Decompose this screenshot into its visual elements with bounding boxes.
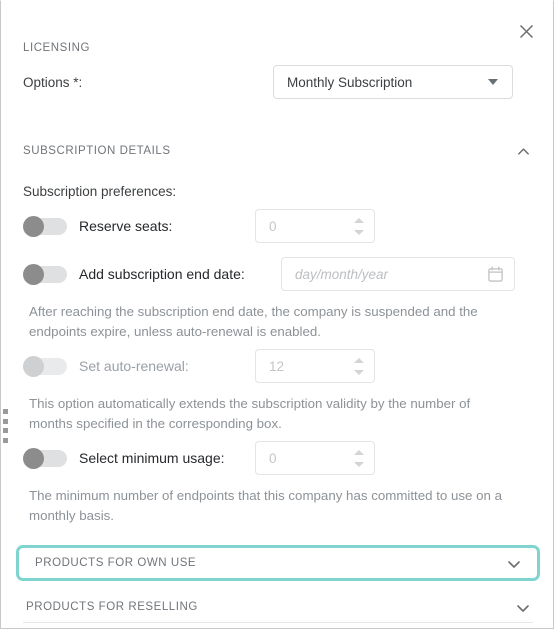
auto-renewal-months-input[interactable]: 12: [255, 349, 375, 383]
accordion-products-for-own-use[interactable]: PRODUCTS FOR OWN USE: [16, 545, 540, 581]
grip-dot: [3, 409, 8, 414]
options-row: Options *: Monthly Subscription: [23, 64, 531, 100]
grip-dot: [3, 428, 8, 434]
grip-dot: [3, 418, 8, 424]
toggle-knob: [23, 447, 44, 469]
stepper-down-icon[interactable]: [354, 369, 364, 375]
stepper-up-icon[interactable]: [354, 449, 364, 455]
reserve-seats-value: 0: [269, 218, 277, 234]
chevron-down-icon: [515, 600, 530, 615]
accordion-products-for-reselling[interactable]: PRODUCTS FOR RESELLING: [23, 590, 533, 624]
subscription-details-title: SUBSCRIPTION DETAILS: [23, 145, 171, 157]
close-icon: [519, 24, 534, 39]
chevron-down-icon: [488, 79, 498, 85]
stepper-down-icon[interactable]: [354, 229, 364, 235]
auto-renewal-label: Set auto-renewal:: [79, 358, 189, 374]
toggle-knob: [23, 355, 44, 377]
end-date-toggle[interactable]: [23, 263, 67, 285]
minimum-usage-input[interactable]: 0: [255, 441, 375, 475]
auto-renewal-toggle[interactable]: [23, 355, 67, 377]
license-options-value: Monthly Subscription: [287, 74, 413, 90]
options-label: Options *:: [23, 74, 83, 90]
toggle-knob: [23, 263, 44, 285]
stepper-down-icon[interactable]: [354, 461, 364, 467]
reserve-seats-label: Reserve seats:: [79, 218, 173, 234]
minimum-usage-toggle[interactable]: [23, 447, 67, 469]
chevron-down-icon: [506, 556, 521, 571]
calendar-icon[interactable]: [488, 266, 503, 282]
end-date-placeholder: day/month/year: [295, 266, 389, 282]
minimum-usage-helper-text: The minimum number of endpoints that thi…: [29, 488, 503, 523]
stepper-up-icon[interactable]: [354, 217, 364, 223]
license-options-select[interactable]: Monthly Subscription: [273, 65, 513, 99]
stepper-up-icon[interactable]: [354, 357, 364, 363]
bottom-divider: [23, 622, 533, 623]
panel-resize-handle[interactable]: [2, 409, 9, 443]
minimum-usage-value: 0: [269, 450, 277, 466]
minimum-usage-stepper[interactable]: [354, 449, 368, 467]
end-date-helper-text: After reaching the subscription end date…: [29, 304, 478, 339]
minimum-usage-label: Select minimum usage:: [79, 450, 225, 466]
subscription-preferences-label: Subscription preferences:: [23, 184, 177, 199]
licensing-panel: LICENSING Options *: Monthly Subscriptio…: [0, 0, 554, 629]
end-date-input[interactable]: day/month/year: [281, 257, 515, 291]
auto-renewal-stepper[interactable]: [354, 357, 368, 375]
chevron-up-icon: [516, 144, 531, 159]
reserve-seats-toggle[interactable]: [23, 215, 67, 237]
accordion-products-for-reselling-label: PRODUCTS FOR RESELLING: [26, 601, 198, 613]
grip-dot: [3, 437, 8, 443]
accordion-products-for-own-use-label: PRODUCTS FOR OWN USE: [35, 557, 197, 569]
reserve-seats-input[interactable]: 0: [255, 209, 375, 243]
reserve-seats-stepper[interactable]: [354, 217, 368, 235]
licensing-heading: LICENSING: [23, 42, 90, 54]
auto-renewal-helper-text: This option automatically extends the su…: [29, 396, 471, 431]
close-panel-button[interactable]: [513, 18, 539, 44]
end-date-label: Add subscription end date:: [79, 266, 245, 282]
toggle-knob: [23, 215, 44, 237]
auto-renewal-months-value: 12: [269, 358, 285, 374]
subscription-details-header[interactable]: SUBSCRIPTION DETAILS: [23, 136, 531, 166]
